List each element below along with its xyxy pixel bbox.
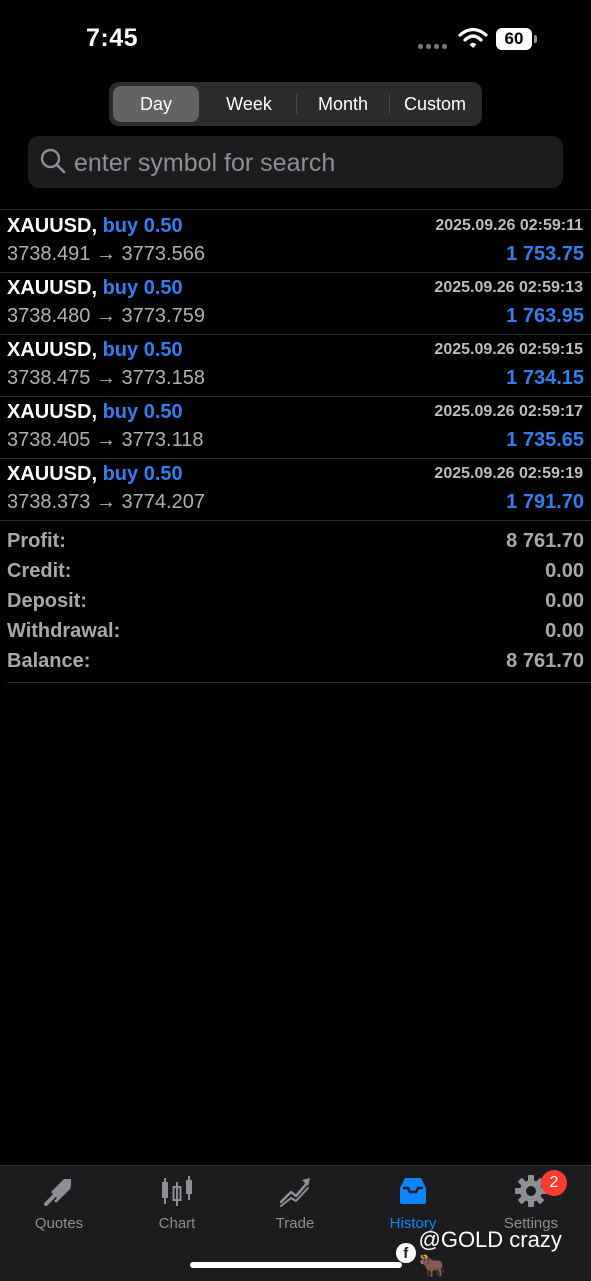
trade-symbol-line: XAUUSD, buy 0.50 [7, 401, 183, 424]
summary-withdrawal: Withdrawal: 0.00 [7, 620, 584, 650]
summary-profit: Profit: 8 761.70 [7, 530, 584, 560]
summary-label: Balance: [7, 650, 90, 673]
watermark-text: @GOLD crazy 🐂 [419, 1227, 591, 1279]
summary-label: Deposit: [7, 590, 87, 613]
trade-time: 2025.09.26 02:59:17 [434, 403, 583, 421]
trade-row[interactable]: XAUUSD, buy 0.50 2025.09.26 02:59:19 373… [0, 458, 591, 521]
home-indicator [190, 1262, 402, 1268]
trade-profit: 1 791.70 [506, 491, 584, 514]
summary-divider [7, 682, 591, 683]
summary-label: Profit: [7, 530, 66, 553]
trade-symbol-line: XAUUSD, buy 0.50 [7, 463, 183, 486]
trade-time: 2025.09.26 02:59:19 [434, 465, 583, 483]
trade-icon [278, 1174, 312, 1208]
segment-day[interactable]: Day [113, 86, 199, 122]
watermark: f @GOLD crazy 🐂 [396, 1227, 591, 1279]
summary-label: Withdrawal: [7, 620, 120, 643]
search-icon [40, 148, 66, 174]
segment-custom[interactable]: Custom [390, 86, 480, 122]
settings-badge: 2 [541, 1170, 567, 1196]
trade-prices: 3738.491 → 3773.566 [7, 243, 205, 266]
trade-side: buy 0.50 [103, 401, 183, 423]
trade-symbol-line: XAUUSD, buy 0.50 [7, 215, 183, 238]
facebook-icon: f [396, 1243, 416, 1263]
trade-prices: 3738.480 → 3773.759 [7, 305, 205, 328]
trade-side: buy 0.50 [103, 463, 183, 485]
trade-time: 2025.09.26 02:59:13 [434, 279, 583, 297]
battery-indicator: 60 [496, 28, 532, 50]
tab-label: Trade [236, 1215, 354, 1232]
summary-balance: Balance: 8 761.70 [7, 650, 584, 680]
trade-symbol-line: XAUUSD, buy 0.50 [7, 277, 183, 300]
trade-row[interactable]: XAUUSD, buy 0.50 2025.09.26 02:59:17 373… [0, 396, 591, 459]
trade-profit: 1 734.15 [506, 367, 584, 390]
status-time: 7:45 [86, 24, 138, 53]
trade-prices: 3738.373 → 3774.207 [7, 491, 205, 514]
trade-row[interactable]: XAUUSD, buy 0.50 2025.09.26 02:59:11 373… [0, 210, 591, 273]
segment-month[interactable]: Month [297, 86, 389, 122]
trade-profit: 1 763.95 [506, 305, 584, 328]
trade-prices: 3738.475 → 3773.158 [7, 367, 205, 390]
battery-cap [534, 35, 537, 43]
summary-value: 8 761.70 [506, 530, 584, 553]
trade-symbol-line: XAUUSD, buy 0.50 [7, 339, 183, 362]
history-icon [396, 1174, 430, 1208]
tab-label: Chart [118, 1215, 236, 1232]
summary-value: 8 761.70 [506, 650, 584, 673]
trade-symbol: XAUUSD, [7, 215, 97, 237]
trade-profit: 1 735.65 [506, 429, 584, 452]
wifi-icon [458, 27, 488, 49]
trade-symbol: XAUUSD, [7, 463, 97, 485]
trade-profit: 1 753.75 [506, 243, 584, 266]
trade-side: buy 0.50 [103, 215, 183, 237]
chart-icon [160, 1174, 194, 1208]
summary-value: 0.00 [545, 620, 584, 643]
summary-deposit: Deposit: 0.00 [7, 590, 584, 620]
tab-quotes[interactable]: Quotes [0, 1166, 118, 1246]
summary-value: 0.00 [545, 590, 584, 613]
trade-time: 2025.09.26 02:59:11 [435, 217, 583, 235]
trade-symbol: XAUUSD, [7, 339, 97, 361]
search-placeholder: enter symbol for search [74, 149, 335, 178]
tab-chart[interactable]: Chart [118, 1166, 236, 1246]
summary-credit: Credit: 0.00 [7, 560, 584, 590]
trade-row[interactable]: XAUUSD, buy 0.50 2025.09.26 02:59:15 373… [0, 334, 591, 397]
summary-label: Credit: [7, 560, 71, 583]
tab-trade[interactable]: Trade [236, 1166, 354, 1246]
summary-value: 0.00 [545, 560, 584, 583]
trade-time: 2025.09.26 02:59:15 [434, 341, 583, 359]
quotes-icon [42, 1174, 76, 1208]
trade-side: buy 0.50 [103, 277, 183, 299]
tab-label: Quotes [0, 1215, 118, 1232]
segment-week[interactable]: Week [203, 86, 295, 122]
search-input[interactable]: enter symbol for search [28, 136, 563, 188]
trade-row[interactable]: XAUUSD, buy 0.50 2025.09.26 02:59:13 373… [0, 272, 591, 335]
cellular-signal-icon [418, 44, 447, 49]
trade-prices: 3738.405 → 3773.118 [7, 429, 203, 452]
trade-symbol: XAUUSD, [7, 401, 97, 423]
trade-symbol: XAUUSD, [7, 277, 97, 299]
period-segmented-control: Day Week Month Custom [109, 82, 482, 126]
status-bar: 7:45 60 [0, 0, 591, 80]
trade-side: buy 0.50 [103, 339, 183, 361]
